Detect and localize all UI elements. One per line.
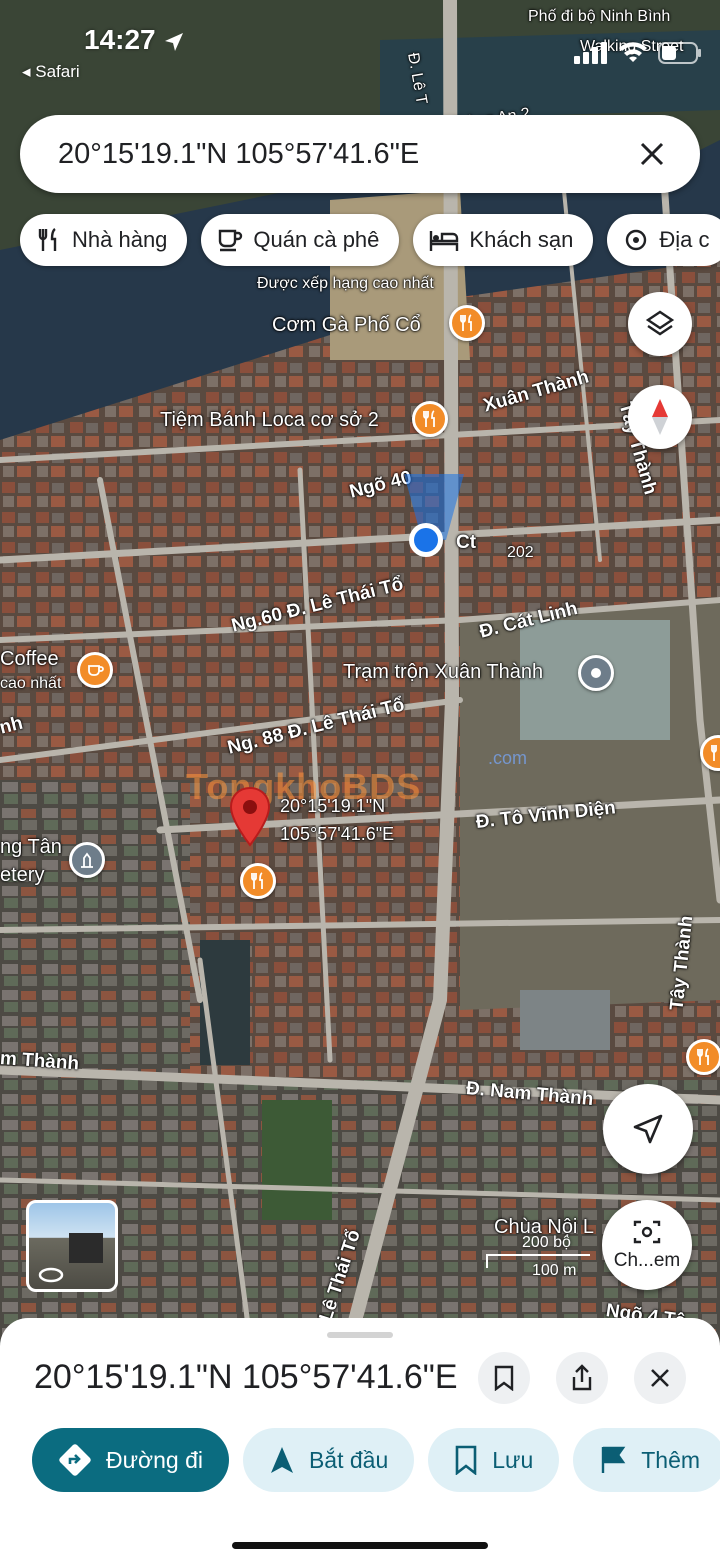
chip-cafes[interactable]: Quán cà phê: [201, 214, 400, 266]
sheet-grabber[interactable]: [327, 1332, 393, 1338]
add-label-button[interactable]: Thêm: [573, 1428, 720, 1492]
lens-label: Ch...em: [613, 1250, 681, 1271]
cellular-signal-icon: [574, 42, 607, 64]
restaurant-icon: [251, 872, 263, 889]
watermark-domain: .com: [488, 748, 528, 768]
place-title: 20°15'19.1"N 105°57'41.6"E: [34, 1358, 458, 1396]
my-location-button[interactable]: [603, 1084, 693, 1174]
cafe-pin-coffee[interactable]: [77, 652, 113, 688]
chip-attractions-label: Địa c: [659, 227, 710, 252]
clear-search-button[interactable]: [632, 134, 672, 174]
save-bookmark-button[interactable]: [478, 1352, 530, 1404]
rotate-360-icon: [38, 1267, 64, 1283]
start-button[interactable]: Bắt đầu: [242, 1428, 415, 1492]
coffee-icon: [88, 665, 104, 676]
layers-icon: [645, 310, 675, 336]
chip-hotels-label: Khách sạn: [469, 227, 574, 252]
map-label-rated: Được xếp hạng cao nhất: [257, 275, 434, 292]
bookmark-icon: [455, 1445, 477, 1475]
compass-button[interactable]: [628, 385, 692, 449]
scale-metric: 100 m: [532, 1262, 577, 1279]
share-button[interactable]: [556, 1352, 608, 1404]
back-app-label: Safari: [35, 62, 80, 81]
restaurant-icon: [711, 745, 717, 761]
directions-label: Đường đi: [106, 1446, 203, 1473]
category-chips: Nhà hàng Quán cà phê Khách sạn Địa c: [20, 214, 720, 266]
layers-button[interactable]: [628, 292, 692, 356]
map-label-coffee: Coffee: [0, 648, 59, 670]
scale-bar: 200 bộ 100 m: [486, 1234, 594, 1284]
coffee-icon: [219, 229, 243, 252]
chip-cafes-label: Quán cà phê: [253, 227, 380, 252]
bed-icon: [430, 231, 459, 251]
add-label-label: Thêm: [641, 1446, 701, 1473]
map-label-walking-street: Phố đi bộ Ninh Bình: [528, 8, 671, 25]
flag-icon: [602, 1446, 626, 1473]
battery-icon: [658, 42, 701, 64]
watermark: TongkhoBDS: [186, 766, 422, 807]
map-label-tiem-banh: Tiệm Bánh Loca cơ sở 2: [160, 409, 379, 431]
search-bar[interactable]: 20°15'19.1"N 105°57'41.6"E: [20, 115, 700, 193]
navigation-arrow-icon: [633, 1114, 663, 1144]
restaurant-icon: [460, 314, 472, 331]
restaurant-icon: [38, 228, 57, 251]
home-indicator: [232, 1542, 488, 1549]
status-time: 14:27: [84, 24, 185, 56]
scale-imperial: 200 bộ: [522, 1234, 571, 1251]
place-pin-tram-tron[interactable]: [578, 655, 614, 691]
restaurant-icon: [423, 410, 435, 427]
camera-lens-icon: [633, 1220, 661, 1244]
map-label-cao-nhat: cao nhất: [0, 675, 62, 692]
chip-hotels[interactable]: Khách sạn: [413, 214, 594, 266]
back-to-app-link[interactable]: ◂ Safari: [22, 62, 80, 82]
cemetery-pin[interactable]: [69, 842, 105, 878]
restaurant-icon: [697, 1048, 709, 1065]
location-arrow-icon: [165, 32, 184, 51]
restaurant-pin-com-ga[interactable]: [449, 305, 485, 341]
place-dot-icon: [591, 668, 601, 678]
bookmark-icon: [494, 1365, 514, 1391]
close-icon: [651, 1369, 669, 1387]
map-label-etery: etery: [0, 864, 45, 886]
street-view-thumbnail[interactable]: [26, 1200, 118, 1292]
close-sheet-button[interactable]: [634, 1352, 686, 1404]
share-icon: [572, 1364, 592, 1391]
map-label-tram-tron: Trạm trộn Xuân Thành: [343, 661, 544, 683]
chip-restaurants[interactable]: Nhà hàng: [20, 214, 188, 266]
start-label: Bắt đầu: [308, 1446, 389, 1473]
status-icons: [574, 42, 702, 64]
chip-restaurants-label: Nhà hàng: [72, 227, 168, 252]
wifi-icon: [619, 42, 647, 62]
dropped-pin-icon[interactable]: [228, 786, 272, 850]
save-button[interactable]: Lưu: [428, 1428, 560, 1492]
restaurant-pin-tiem-banh[interactable]: [412, 401, 448, 437]
directions-button[interactable]: Đường đi: [32, 1428, 229, 1492]
lens-button[interactable]: Ch...em: [602, 1200, 692, 1290]
map-label-202: 202: [507, 544, 534, 561]
restaurant-pin-near-marker[interactable]: [240, 863, 276, 899]
action-buttons-row: Đường đi Bắt đầu Lưu Thêm: [32, 1428, 720, 1492]
current-location-dot[interactable]: [394, 468, 474, 578]
map-label-com-ga: Cơm Gà Phố Cổ: [272, 314, 421, 336]
navigation-arrow-icon: [270, 1447, 293, 1473]
status-time-text: 14:27: [84, 24, 156, 55]
save-label: Lưu: [492, 1446, 534, 1473]
place-bottom-sheet: 20°15'19.1"N 105°57'41.6"E Đường đi Bắt …: [0, 1318, 720, 1564]
cemetery-icon: [81, 852, 93, 868]
directions-icon: [59, 1444, 91, 1476]
compass-icon: [652, 399, 668, 435]
search-input[interactable]: 20°15'19.1"N 105°57'41.6"E: [58, 138, 632, 171]
map-label-ng-tan: ng Tân: [0, 836, 62, 858]
restaurant-pin-right-bottom[interactable]: [686, 1039, 720, 1075]
close-icon: [640, 142, 664, 166]
chip-attractions[interactable]: Địa c: [607, 214, 720, 266]
street-view-building: [69, 1233, 103, 1263]
attraction-icon: [626, 229, 647, 251]
pin-coord-line-2: 105°57'41.6"E: [280, 824, 395, 844]
